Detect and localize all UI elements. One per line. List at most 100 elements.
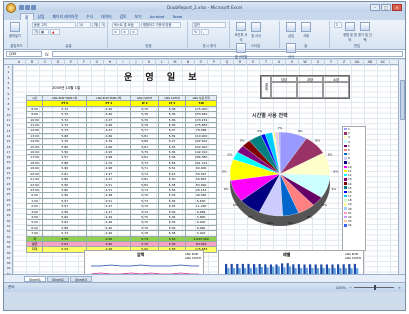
- insert-cells-button[interactable]: 삽입: [284, 22, 298, 42]
- pie-percent-label: 0%: [222, 170, 227, 174]
- align-left-button[interactable]: ≡: [112, 29, 120, 35]
- maximize-button[interactable]: □: [381, 3, 391, 11]
- cells-group: 삽입 삭제 서식 셀: [282, 21, 330, 59]
- legend-swatch: [344, 186, 347, 189]
- close-button[interactable]: ×: [392, 3, 402, 11]
- zoom-slider[interactable]: − +: [349, 285, 401, 290]
- report-date: 2005년 10월 1일: [52, 86, 81, 90]
- sheet-tab[interactable]: Sheet2: [46, 275, 69, 282]
- approval-sign-cell[interactable]: [323, 82, 349, 98]
- sort-filter-button[interactable]: 정렬 및 필터: [343, 22, 357, 42]
- tab[interactable]: Acrobat: [146, 13, 169, 20]
- paste-button[interactable]: 붙여넣기: [8, 22, 22, 42]
- sort-filter-icon: [345, 22, 355, 31]
- approval-sign-cell[interactable]: [297, 82, 323, 98]
- comma-button[interactable]: ,: [201, 29, 209, 35]
- pressure-chart-title: 압력: [137, 252, 145, 257]
- find-select-button[interactable]: 찾기 및 선택: [358, 22, 372, 42]
- quick-access-toolbar[interactable]: [19, 4, 36, 10]
- legend-swatch: [344, 173, 347, 177]
- percent-button[interactable]: %: [192, 29, 200, 35]
- worksheet[interactable]: A B C D E F G H I J K L M N O P Q R S T U V W X Y Z AA AB AC 1234567…: [4, 60, 405, 292]
- title-bar: DoubReport_2.xlsx - Microsoft Excel – □ …: [4, 2, 405, 12]
- minimize-button[interactable]: –: [370, 3, 380, 11]
- legend-swatch: [344, 161, 347, 164]
- approval-sign-cell[interactable]: [271, 82, 297, 98]
- approval-side-label: 결 재: [261, 76, 271, 98]
- level-chart-title: 레벨: [283, 252, 291, 257]
- tab[interactable]: 삽입: [34, 13, 49, 20]
- undo-icon[interactable]: [25, 4, 30, 10]
- redo-icon[interactable]: [31, 4, 36, 10]
- save-icon[interactable]: [19, 4, 24, 10]
- zoom-out-button[interactable]: −: [349, 286, 352, 290]
- legend-swatch: [344, 182, 347, 185]
- align-right-button[interactable]: ≡: [130, 29, 138, 35]
- scroll-thumb[interactable]: [400, 80, 405, 120]
- pressure-chart-legend: LNG RUN LNG CATCH: [185, 252, 201, 260]
- legend-swatch: [344, 152, 347, 156]
- underline-button[interactable]: 가: [32, 29, 38, 35]
- pie-chart[interactable]: 7% 9% 8% 8% 6% 5% 5% 8% 3% 10% 0% 0% 0% 0% 0% 0% 0%: [222, 112, 342, 244]
- report-title: 운 영 일 보: [124, 73, 202, 83]
- tab[interactable]: 검토: [116, 13, 131, 20]
- border-button[interactable]: ▦: [39, 29, 49, 35]
- operation-table: 시간 LNG RUN TANK 1차 LNG RUN TANK 2차 LNG CATC…: [25, 94, 217, 253]
- tab[interactable]: 홈: [20, 13, 34, 20]
- conditional-format-button[interactable]: 조건부 서식: [234, 22, 248, 42]
- tab[interactable]: Team: [168, 13, 186, 20]
- tab[interactable]: 페이지 레이아웃: [49, 13, 83, 20]
- name-box[interactable]: Q39: [6, 51, 42, 57]
- status-bar: 준비 100% − +: [4, 282, 405, 292]
- pie-percent-label: 8%: [315, 139, 320, 143]
- italic-button[interactable]: 가: [99, 22, 105, 28]
- level-chart-legend: LNG RUN LNG CATCH: [345, 252, 361, 260]
- row-headers: 1 2 3 4 5 6 7 8 9 10 11 12 13 14 15 16 17 18 19 20 21 22 23 24 2…: [4, 65, 13, 292]
- edit-label: 편집: [353, 44, 361, 48]
- ribbon: 붙여넣기 클립보드 돋움 고딕 10 가 가 가 ▦ ▲ 글꼴 텍스트 줄 바꿈…: [4, 20, 405, 59]
- align-center-button[interactable]: ≡: [121, 29, 129, 35]
- legend-swatch: [344, 157, 347, 160]
- pie-percent-label: 8%: [307, 215, 312, 219]
- style-group: 조건부 서식 표 서식 셀 스타일 스타일: [232, 21, 280, 59]
- pie-percent-label: 5%: [331, 187, 336, 191]
- fx-icon[interactable]: fx: [45, 52, 49, 57]
- tab[interactable]: 수식: [82, 13, 97, 20]
- bold-button[interactable]: 가: [92, 22, 98, 28]
- pie-percent-label: 10%: [266, 221, 273, 225]
- align-group: 텍스트 줄 바꿈 병합하고 가운데 맞춤 ≡ ≡ ≡ 맞춤: [110, 21, 188, 48]
- formula-input[interactable]: [51, 51, 403, 57]
- legend-swatch: [344, 132, 347, 135]
- delete-cells-button[interactable]: 삭제: [299, 22, 313, 42]
- excel-window: DoubReport_2.xlsx - Microsoft Excel – □ …: [3, 1, 406, 311]
- wrap-text-button[interactable]: 텍스트 줄 바꿈: [112, 22, 140, 28]
- tab[interactable]: 보기: [131, 13, 146, 20]
- legend-swatch: [344, 169, 347, 173]
- zoom-thumb[interactable]: [373, 285, 376, 290]
- table-format-button[interactable]: 표 서식: [249, 22, 263, 42]
- sheet-tab[interactable]: Sheet1: [24, 275, 46, 282]
- number-label: 표시 형식: [202, 44, 217, 48]
- insert-cells-icon: [286, 22, 296, 32]
- pie-percent-label: 6%: [333, 170, 338, 174]
- pie-percent-label: 0%: [257, 129, 262, 133]
- fill-color-button[interactable]: ▲: [50, 29, 60, 35]
- legend-swatch: [344, 140, 347, 143]
- sheet-tab[interactable]: Sheet3: [69, 275, 92, 282]
- office-button[interactable]: [6, 3, 16, 13]
- zoom-in-button[interactable]: +: [398, 286, 401, 290]
- legend-item: LNG CATCH: [345, 256, 361, 260]
- tab[interactable]: 데이터: [97, 13, 115, 20]
- font-name-select[interactable]: 돋움 고딕: [32, 22, 76, 28]
- table-cell[interactable]: 최대: [25, 246, 44, 253]
- status-text: 준비: [8, 285, 15, 289]
- font-size-select[interactable]: 10: [77, 22, 91, 28]
- number-format-select[interactable]: 일반: [192, 22, 226, 28]
- pie-legend: 1 2 3 4 5 6 7 8 9 10 11 12 13 14 15 16 17 18 19 20 21 22 23 24: [342, 126, 366, 251]
- legend-swatch: [344, 224, 347, 227]
- merge-center-button[interactable]: 병합하고 가운데 맞춤: [141, 22, 181, 28]
- autosum-button[interactable]: Σ: [334, 22, 342, 28]
- vertical-scrollbar[interactable]: [398, 60, 405, 292]
- paste-icon: [10, 22, 20, 32]
- table-cell[interactable]: 5.99: [42, 246, 88, 253]
